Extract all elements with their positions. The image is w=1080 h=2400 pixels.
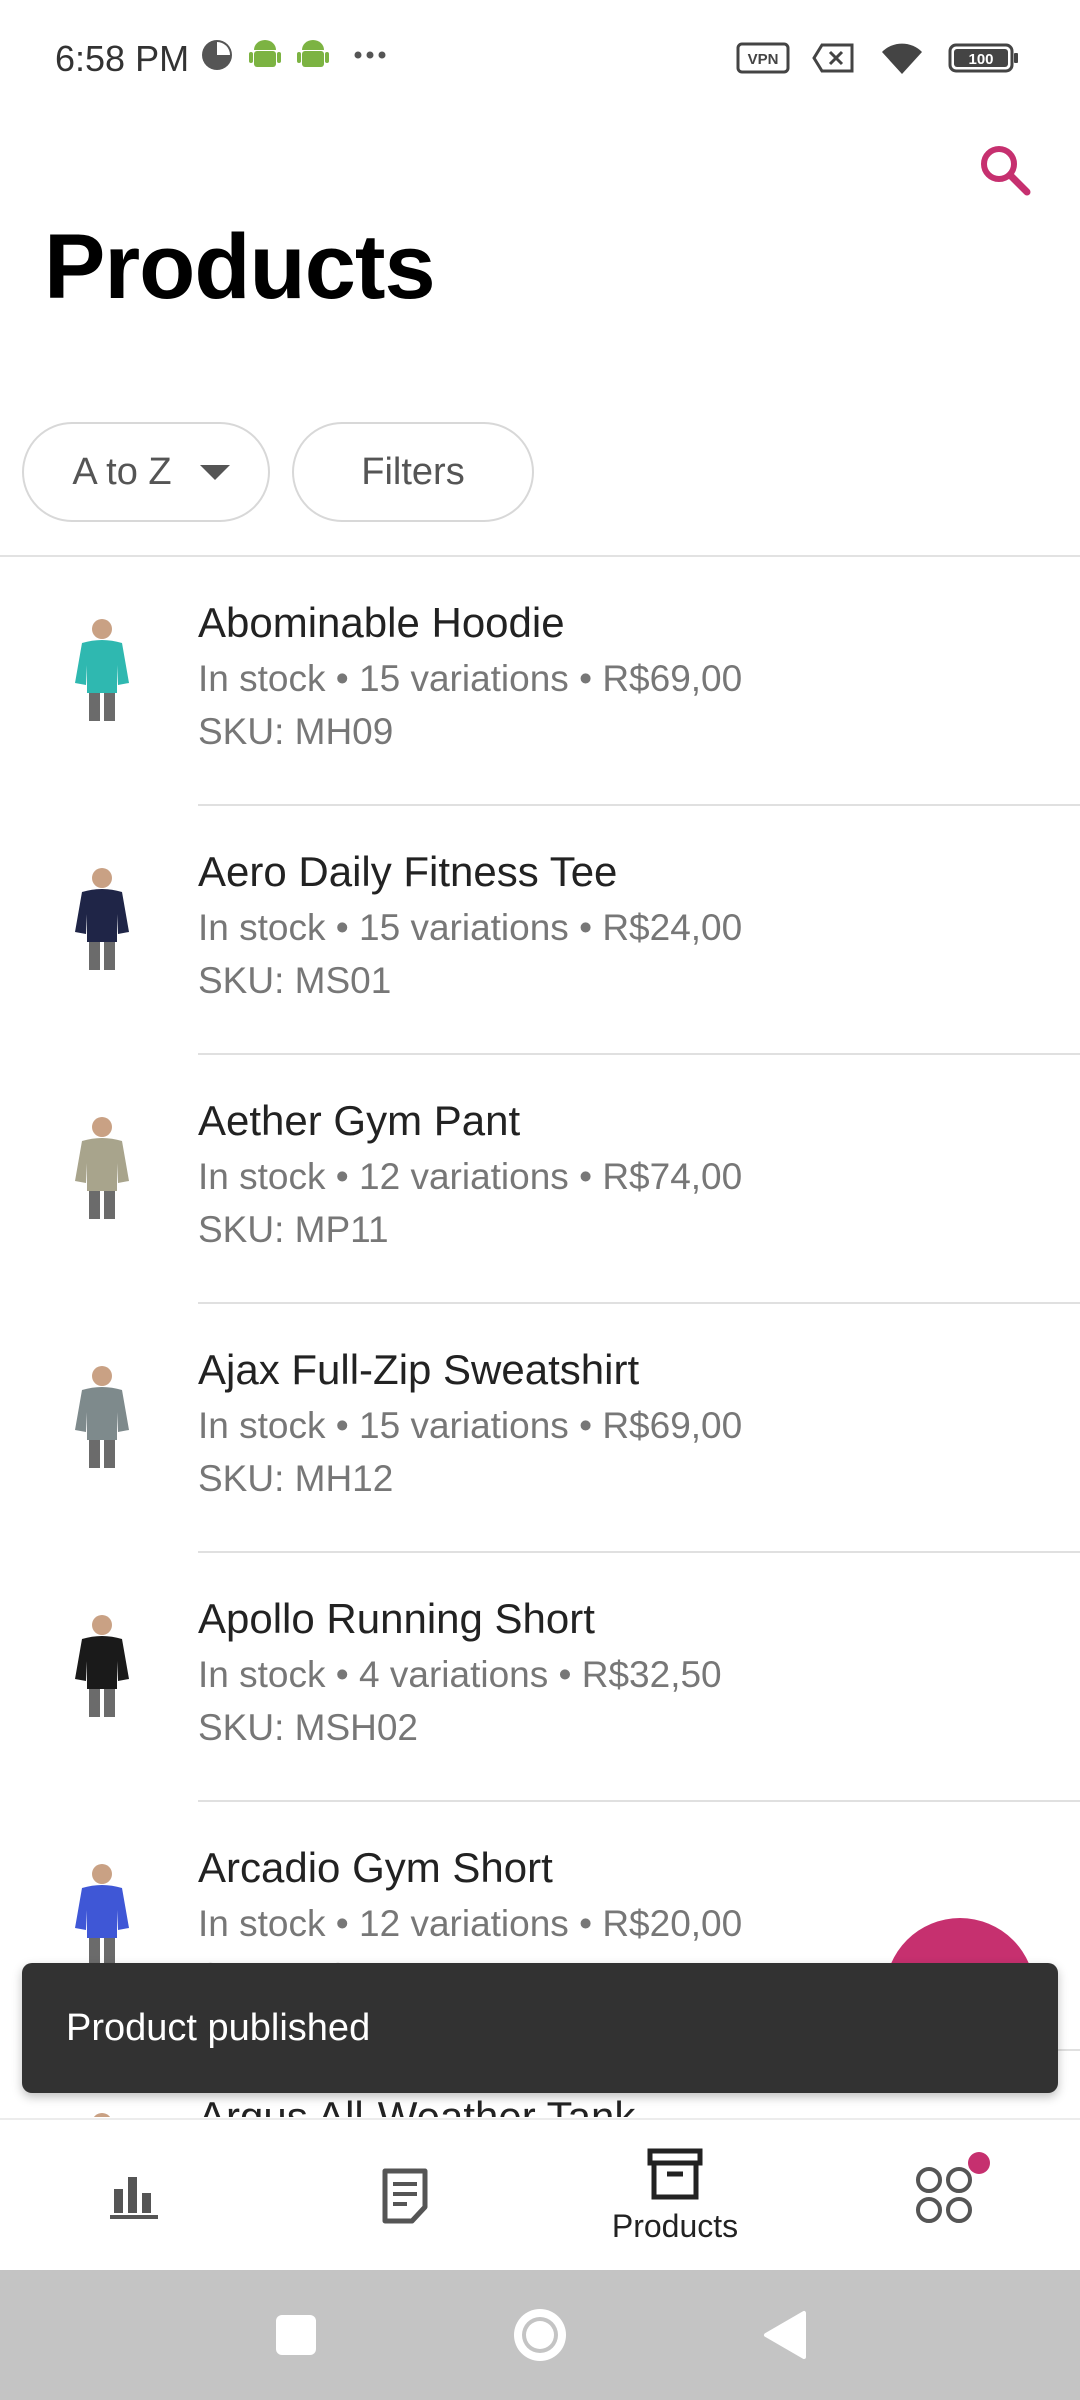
product-name: Argus All-Weather Tank — [198, 2093, 636, 2117]
filters-chip[interactable]: Filters — [292, 422, 534, 522]
stock-status: In stock — [198, 1405, 326, 1446]
product-name: Ajax Full-Zip Sweatshirt — [198, 1346, 640, 1393]
android-icon — [249, 40, 281, 67]
recents-button[interactable] — [236, 2270, 356, 2400]
nav-label-products: Products — [611, 2207, 739, 2244]
android-icon — [297, 40, 329, 67]
stock-status: In stock — [198, 1903, 326, 1944]
archive-box-icon — [647, 2148, 703, 2199]
variations-count: 15 variations — [359, 1405, 569, 1446]
product-price: R$69,00 — [602, 1405, 743, 1446]
nav-item-dashboard[interactable] — [0, 2120, 270, 2272]
product-sku: SKU: MH09 — [198, 711, 394, 752]
product-thumbnail — [75, 1117, 129, 1219]
product-price: R$32,50 — [581, 1654, 722, 1695]
product-meta: In stock • 12 variations • R$74,00 — [198, 1156, 743, 1197]
page-title: Products — [44, 216, 436, 318]
variations-count: 4 variations — [359, 1654, 549, 1695]
variations-count: 12 variations — [359, 1156, 569, 1197]
svg-text:VPN: VPN — [748, 51, 779, 68]
product-price: R$24,00 — [602, 907, 743, 948]
dropdown-caret-icon — [199, 464, 230, 480]
svg-text:100: 100 — [968, 51, 993, 68]
wifi-icon — [882, 43, 922, 74]
product-meta: In stock • 15 variations • R$69,00 — [198, 658, 743, 699]
product-name: Aero Daily Fitness Tee — [198, 848, 618, 895]
bar-chart-icon — [110, 2177, 158, 2219]
product-thumbnail — [75, 1366, 129, 1468]
filters-chip-label: Filters — [361, 450, 465, 493]
product-sku: SKU: MP11 — [198, 1209, 389, 1250]
system-navigation-bar — [0, 2270, 1080, 2400]
stock-status: In stock — [198, 1654, 326, 1695]
nav-item-menu[interactable] — [810, 2120, 1080, 2272]
more-dots-icon — [354, 51, 386, 59]
product-price: R$74,00 — [602, 1156, 743, 1197]
product-thumbnail — [75, 1864, 129, 1966]
product-name: Apollo Running Short — [198, 1595, 595, 1642]
product-row[interactable]: Apollo Running Short In stock • 4 variati… — [0, 1553, 1080, 1802]
orders-icon — [382, 2168, 428, 2224]
menu-grid-icon — [916, 2167, 972, 2223]
product-price: R$20,00 — [602, 1903, 743, 1944]
product-meta: In stock • 15 variations • R$69,00 — [198, 1405, 743, 1446]
back-triangle-icon — [764, 2311, 806, 2359]
sim-off-icon — [812, 43, 854, 73]
battery-icon: 100 — [948, 43, 1018, 73]
sort-chip[interactable]: A to Z — [22, 422, 270, 522]
variations-count: 15 variations — [359, 907, 569, 948]
product-thumbnail — [75, 1615, 129, 1717]
product-name: Aether Gym Pant — [198, 1097, 521, 1144]
product-meta: In stock • 15 variations • R$24,00 — [198, 907, 743, 948]
back-button[interactable] — [724, 2270, 844, 2400]
stock-status: In stock — [198, 1156, 326, 1197]
product-price: R$69,00 — [602, 658, 743, 699]
search-icon — [981, 146, 1031, 196]
search-button[interactable] — [975, 140, 1035, 200]
product-meta: In stock • 4 variations • R$32,50 — [198, 1654, 722, 1695]
product-name: Abominable Hoodie — [198, 599, 565, 646]
bottom-navigation: Products — [0, 2118, 1080, 2270]
product-sku: SKU: MH12 — [198, 1458, 394, 1499]
status-bar: 6:58 PM VPN 100 — [0, 0, 1080, 120]
status-time: 6:58 PM — [55, 38, 190, 79]
product-name: Arcadio Gym Short — [198, 1844, 553, 1891]
snackbar: Product published — [22, 1963, 1058, 2093]
circle-home-icon — [514, 2309, 566, 2361]
vpn-icon: VPN — [736, 42, 790, 74]
product-row[interactable]: Ajax Full-Zip Sweatshirt In stock • 15 va… — [0, 1304, 1080, 1553]
product-sku: SKU: MS01 — [198, 960, 392, 1001]
notification-circle-icon — [202, 40, 232, 70]
product-thumbnail — [75, 868, 129, 970]
sort-chip-label: A to Z — [72, 450, 172, 493]
status-left-icons — [200, 38, 394, 72]
product-list[interactable]: Abominable Hoodie In stock • 15 variation… — [0, 557, 1080, 2117]
variations-count: 15 variations — [359, 658, 569, 699]
product-row[interactable]: Aether Gym Pant In stock • 12 variations … — [0, 1055, 1080, 1304]
product-sku: SKU: MSH02 — [198, 1707, 419, 1748]
stock-status: In stock — [198, 658, 326, 699]
home-button[interactable] — [480, 2270, 600, 2400]
product-row[interactable]: Aero Daily Fitness Tee In stock • 15 vari… — [0, 806, 1080, 1055]
notification-badge — [968, 2152, 990, 2174]
product-row[interactable]: Abominable Hoodie In stock • 15 variation… — [0, 557, 1080, 806]
product-thumbnail — [94, 2113, 110, 2117]
stock-status: In stock — [198, 907, 326, 948]
status-right-icons: VPN 100 — [736, 40, 1020, 76]
square-icon — [276, 2315, 316, 2355]
variations-count: 12 variations — [359, 1903, 569, 1944]
product-meta: In stock • 12 variations • R$20,00 — [198, 1903, 743, 1944]
snackbar-message: Product published — [66, 2006, 371, 2049]
nav-item-orders[interactable] — [270, 2120, 540, 2272]
product-thumbnail — [75, 619, 129, 721]
nav-item-products[interactable]: Products — [540, 2120, 810, 2272]
